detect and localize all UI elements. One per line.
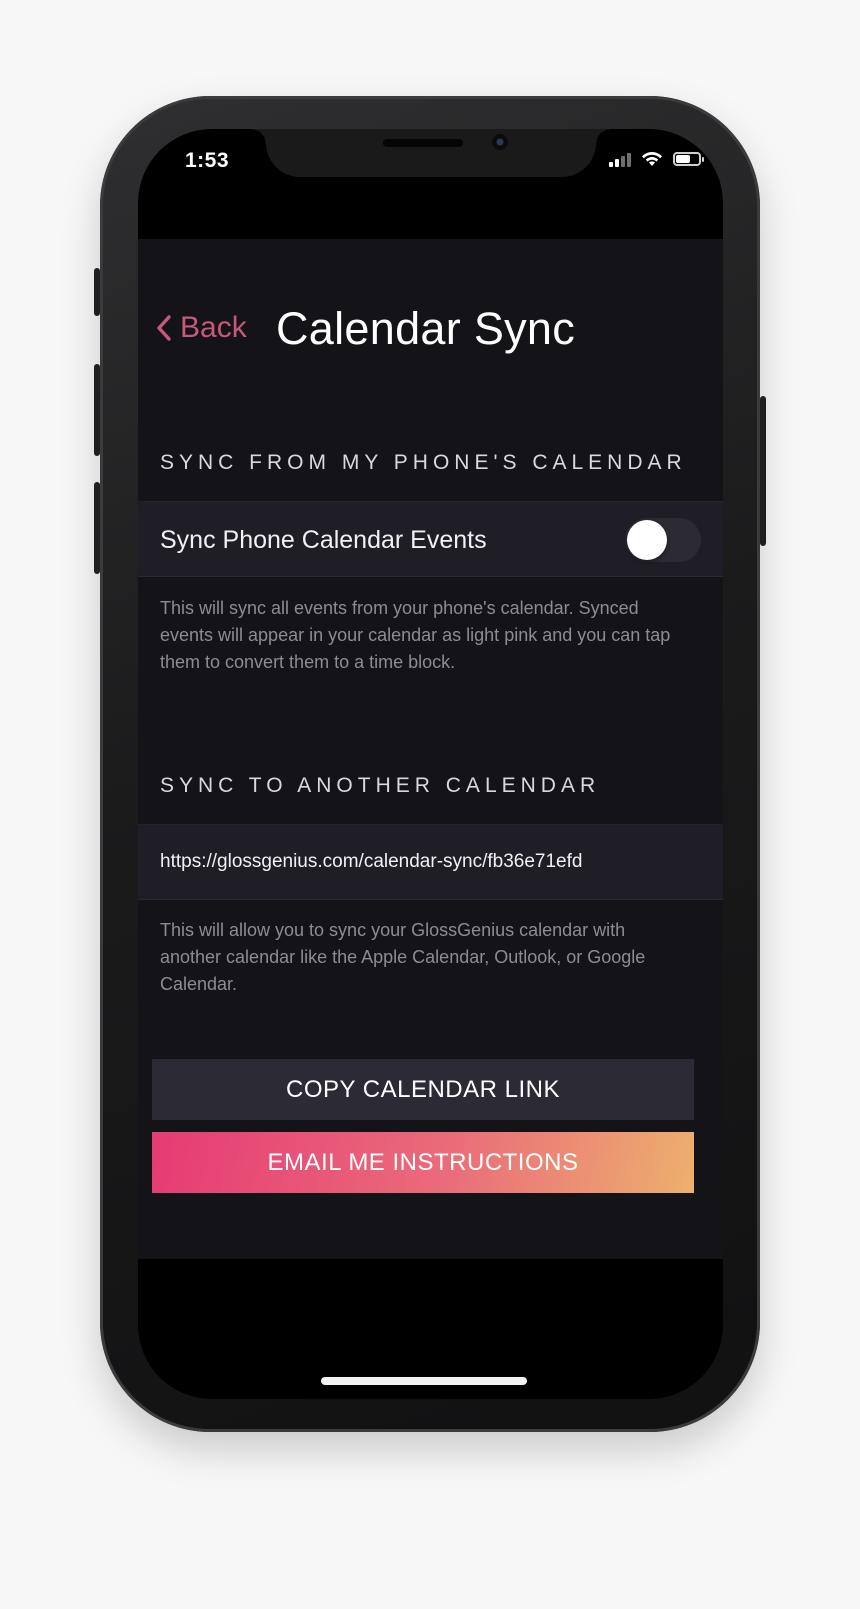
page-title: Calendar Sync xyxy=(276,303,576,354)
calendar-sync-screen: Back Calendar Sync SYNC FROM MY PHONE'S … xyxy=(138,239,723,1259)
section-header-phone-calendar: SYNC FROM MY PHONE'S CALENDAR xyxy=(160,451,687,474)
power-button xyxy=(760,396,766,546)
wifi-icon xyxy=(642,151,662,166)
back-button[interactable]: Back xyxy=(156,311,247,345)
phone-frame: 1:53 Back Calendar Sync SYNC FROM MY PHO… xyxy=(94,96,766,1432)
copy-calendar-link-button[interactable]: COPY CALENDAR LINK xyxy=(152,1059,694,1120)
another-calendar-description: This will allow you to sync your GlossGe… xyxy=(160,920,646,994)
toggle-knob xyxy=(627,520,667,560)
calendar-link-row[interactable]: https://glossgenius.com/calendar-sync/fb… xyxy=(138,824,723,900)
volume-down-button xyxy=(94,482,100,574)
sync-phone-calendar-label: Sync Phone Calendar Events xyxy=(160,526,487,554)
status-icons xyxy=(609,151,704,167)
notch xyxy=(252,129,610,177)
status-time: 1:53 xyxy=(185,149,230,172)
battery-icon xyxy=(673,152,704,166)
section-header-another-calendar: SYNC TO ANOTHER CALENDAR xyxy=(160,774,601,797)
volume-up-button xyxy=(94,364,100,456)
speaker-grille xyxy=(383,139,463,147)
back-label: Back xyxy=(180,311,247,344)
navigation-bar: Back Calendar Sync xyxy=(138,299,723,379)
sync-phone-calendar-toggle[interactable] xyxy=(625,518,701,562)
phone-screen: 1:53 Back Calendar Sync SYNC FROM MY PHO… xyxy=(138,129,723,1399)
sync-phone-calendar-row: Sync Phone Calendar Events xyxy=(138,501,723,577)
device-mockup-stage: 1:53 Back Calendar Sync SYNC FROM MY PHO… xyxy=(0,0,860,1609)
home-indicator[interactable] xyxy=(321,1377,527,1385)
calendar-sync-link[interactable]: https://glossgenius.com/calendar-sync/fb… xyxy=(160,851,582,873)
email-instructions-button[interactable]: EMAIL ME INSTRUCTIONS xyxy=(152,1132,694,1193)
silent-switch xyxy=(94,268,100,316)
cellular-signal-icon xyxy=(609,151,631,167)
front-camera xyxy=(492,134,508,150)
phone-calendar-description: This will sync all events from your phon… xyxy=(160,598,671,672)
chevron-left-icon xyxy=(157,315,171,341)
